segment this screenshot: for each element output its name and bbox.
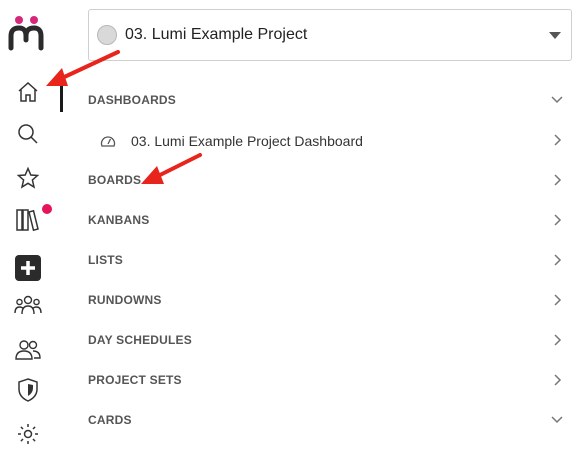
users-icon[interactable] (12, 334, 44, 366)
dashboard-gauge-icon (100, 136, 116, 147)
add-square-icon[interactable] (12, 252, 44, 284)
left-icon-rail (0, 0, 56, 444)
section-label: LISTS (88, 253, 124, 267)
dashboard-item-label: 03. Lumi Example Project Dashboard (131, 133, 363, 149)
section-lists[interactable]: LISTS (88, 244, 572, 276)
section-boards[interactable]: BOARDS (88, 164, 572, 196)
gear-icon[interactable] (12, 418, 44, 450)
section-dashboards[interactable]: DASHBOARDS (88, 84, 572, 116)
project-avatar-icon (97, 25, 117, 45)
project-select[interactable]: 03. Lumi Example Project (88, 9, 572, 61)
chevron-right-icon (554, 294, 562, 306)
section-label: DAY SCHEDULES (88, 333, 192, 347)
section-kanbans[interactable]: KANBANS (88, 204, 572, 236)
chevron-right-icon (554, 374, 562, 386)
dashboard-item[interactable]: 03. Lumi Example Project Dashboard (88, 126, 572, 156)
chevron-right-icon (554, 174, 562, 186)
home-icon[interactable] (12, 76, 44, 108)
section-cards[interactable]: CARDS (88, 404, 572, 436)
dropdown-caret-icon (549, 32, 561, 39)
section-label: RUNDOWNS (88, 293, 162, 307)
chevron-down-icon (551, 416, 563, 424)
active-nav-indicator (60, 80, 63, 112)
chevron-right-icon (554, 134, 562, 146)
shield-icon[interactable] (12, 374, 44, 406)
library-icon[interactable] (12, 204, 44, 236)
search-icon[interactable] (12, 118, 44, 150)
chevron-right-icon (554, 214, 562, 226)
project-name: 03. Lumi Example Project (125, 26, 308, 43)
star-icon[interactable] (12, 162, 44, 194)
app-logo[interactable] (8, 14, 48, 52)
section-label: CARDS (88, 413, 132, 427)
notification-dot (42, 204, 52, 214)
section-day-schedules[interactable]: DAY SCHEDULES (88, 324, 572, 356)
section-project-sets[interactable]: PROJECT SETS (88, 364, 572, 396)
section-label: DASHBOARDS (88, 93, 177, 107)
section-label: PROJECT SETS (88, 373, 182, 387)
chevron-down-icon (551, 96, 563, 104)
section-label: BOARDS (88, 173, 142, 187)
section-rundowns[interactable]: RUNDOWNS (88, 284, 572, 316)
section-label: KANBANS (88, 213, 150, 227)
chevron-right-icon (554, 334, 562, 346)
chevron-right-icon (554, 254, 562, 266)
team-icon[interactable] (12, 290, 44, 322)
